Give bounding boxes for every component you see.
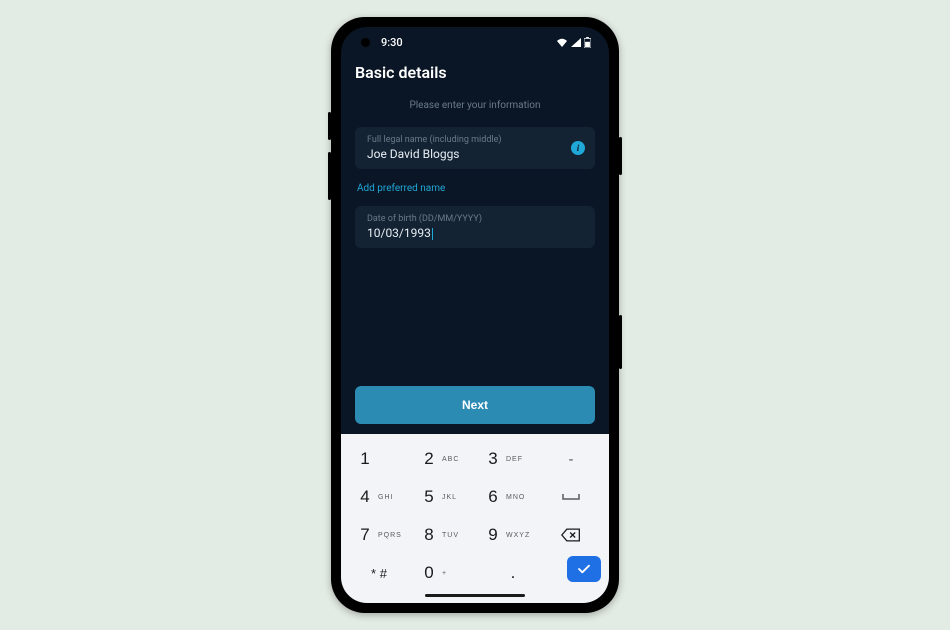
key-1[interactable]: 1 (349, 442, 409, 476)
wifi-icon (556, 38, 568, 47)
field-value: 10/03/1993 (367, 226, 583, 240)
dob-field[interactable]: Date of birth (DD/MM/YYYY) 10/03/1993 (355, 206, 595, 248)
space-icon (561, 492, 581, 502)
screen: 9:30 Basic details Please enter your inf… (341, 27, 609, 603)
key-4[interactable]: 4GHI (349, 480, 409, 514)
key-star-hash[interactable]: * # (349, 556, 409, 590)
next-button[interactable]: Next (355, 386, 595, 424)
battery-icon (584, 37, 591, 48)
legal-name-field[interactable]: Full legal name (including middle) Joe D… (355, 127, 595, 169)
key-space[interactable] (541, 480, 601, 514)
status-bar: 9:30 (341, 27, 609, 57)
front-camera (361, 38, 370, 47)
key-6[interactable]: 6MNO (477, 480, 537, 514)
page-title: Basic details (355, 63, 595, 82)
key-2[interactable]: 2ABC (413, 442, 473, 476)
side-button (328, 152, 331, 200)
nav-handle[interactable] (425, 594, 525, 597)
key-7[interactable]: 7PQRS (349, 518, 409, 552)
signal-icon (571, 38, 581, 47)
key-confirm[interactable] (567, 556, 601, 582)
side-button (328, 112, 331, 140)
add-preferred-name-link[interactable]: Add preferred name (355, 179, 595, 206)
key-dot[interactable]: . (477, 556, 537, 590)
key-backspace[interactable] (541, 518, 601, 552)
page-subtitle: Please enter your information (355, 100, 595, 111)
backspace-icon (561, 528, 581, 542)
field-label: Date of birth (DD/MM/YYYY) (367, 214, 583, 224)
field-label: Full legal name (including middle) (367, 135, 583, 145)
key-3[interactable]: 3DEF (477, 442, 537, 476)
numeric-keypad: 1 2ABC 3DEF - 4GHI 5JKL 6MNO 7PQRS 8TUV … (341, 434, 609, 603)
status-icons (556, 37, 591, 48)
key-8[interactable]: 8TUV (413, 518, 473, 552)
key-0[interactable]: 0+ (413, 556, 473, 590)
side-button (619, 137, 622, 175)
check-icon (577, 564, 591, 574)
side-button (619, 315, 622, 369)
key-dash[interactable]: - (541, 442, 601, 476)
app-content: Basic details Please enter your informat… (341, 57, 609, 434)
status-time: 9:30 (381, 36, 403, 49)
key-5[interactable]: 5JKL (413, 480, 473, 514)
info-icon[interactable]: i (571, 141, 585, 155)
key-9[interactable]: 9WXYZ (477, 518, 537, 552)
field-value: Joe David Bloggs (367, 147, 583, 161)
phone-frame: 9:30 Basic details Please enter your inf… (331, 17, 619, 613)
